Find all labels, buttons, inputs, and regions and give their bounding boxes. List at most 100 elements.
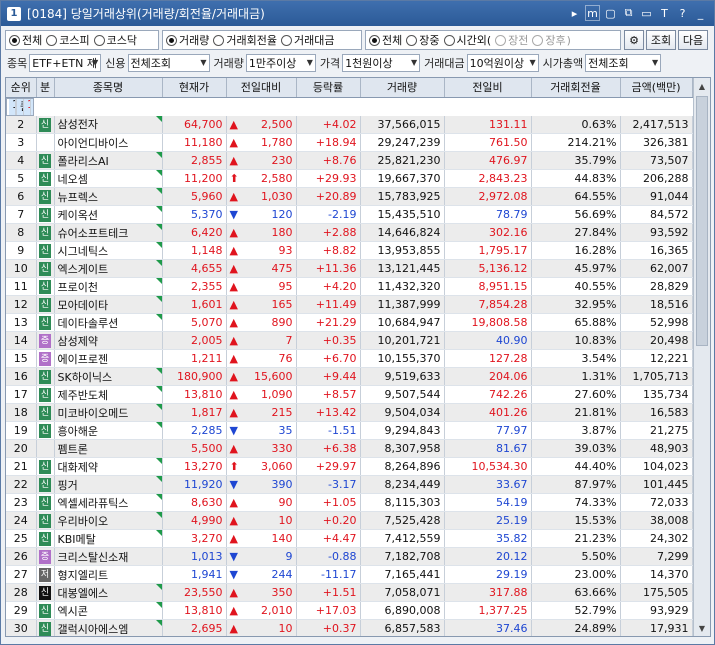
memo-icon[interactable]: m — [585, 5, 600, 21]
stock-name[interactable]: 대봉엘에스 — [58, 587, 109, 600]
stock-name[interactable]: 뉴프렉스 — [58, 191, 98, 204]
table-row[interactable]: 16 신 SK하이닉스 180,900 ▲ 15,600 +9.44 9,519,… — [6, 367, 693, 386]
cell-name[interactable]: 대화제약 — [54, 457, 163, 476]
radio-session-pre[interactable]: 장전 — [495, 32, 528, 48]
volume-select[interactable]: 1만주이상 ▼ — [245, 54, 316, 72]
radio-dot[interactable] — [9, 34, 20, 46]
radio-dot[interactable] — [280, 34, 292, 46]
radio-session-all[interactable]: 전체 — [369, 32, 402, 48]
col-header-price[interactable]: 현재가 — [162, 78, 227, 98]
table-row[interactable]: 23 신 엑셀세라퓨틱스 8,630 ▲ 90 +1.05 8,115,303 5… — [6, 493, 693, 512]
table-row[interactable]: 2 신 삼성전자 64,700 ▲ 2,500 +4.02 37,566,015 … — [6, 115, 693, 134]
cell-name[interactable]: 흥아해운 — [54, 421, 163, 440]
cell-name[interactable]: 핑거 — [54, 475, 163, 494]
cell-name[interactable]: 프로이천 — [54, 277, 163, 296]
table-row[interactable]: 9 신 시그네틱스 1,148 ▲ 93 +8.82 13,953,855 1,7… — [6, 241, 693, 260]
table-row[interactable]: 4 신 폴라리스AI 2,855 ▲ 230 +8.76 25,821,230 4… — [6, 151, 693, 170]
cell-name[interactable]: 데이타솔루션 — [54, 313, 163, 332]
stock-name[interactable]: 아이언디바이스 — [58, 137, 129, 150]
stock-name[interactable]: 엑셀세라퓨틱스 — [58, 497, 129, 510]
stock-name[interactable]: 에이프로젠 — [58, 353, 109, 366]
table-row[interactable]: 22 신 핑거 11,920 ▼ 390 -3.17 8,234,449 33.6… — [6, 475, 693, 494]
table-row[interactable]: 12 신 모아데이타 1,601 ▲ 165 +11.49 11,387,999 … — [6, 295, 693, 314]
stock-name[interactable]: 케이옥션 — [58, 209, 98, 222]
col-header-prev-ratio[interactable]: 전일비 — [444, 78, 532, 98]
col-header-name[interactable]: 종목명 — [54, 78, 163, 98]
cell-name[interactable]: KBI메탈 — [54, 529, 163, 548]
stock-name[interactable]: 프로이천 — [58, 281, 98, 294]
window-copy-icon[interactable]: ⧉ — [621, 5, 636, 21]
stock-name[interactable]: 우리바이오 — [58, 515, 109, 528]
stock-name[interactable]: 데이타솔루션 — [58, 317, 119, 330]
cell-name[interactable]: 크리스탈신소재 — [54, 547, 163, 566]
table-row[interactable]: 24 신 우리바이오 4,990 ▲ 10 +0.20 7,525,428 25.… — [6, 511, 693, 530]
table-row[interactable]: 1 환 퀀텀온 1,445 ▲177 +13.96 53,999,915 15,… — [6, 97, 34, 116]
radio-session-afterhours[interactable]: 시간외( — [443, 32, 491, 48]
cell-name[interactable]: 우리바이오 — [54, 511, 163, 530]
scroll-thumb[interactable] — [696, 96, 708, 346]
table-row[interactable]: 19 신 흥아해운 2,285 ▼ 35 -1.51 9,294,843 77.9… — [6, 421, 693, 440]
col-header-change[interactable]: 전일대비 — [226, 78, 297, 98]
table-row[interactable]: 14 증 삼성제약 2,005 ▲ 7 +0.35 10,201,721 40.9… — [6, 331, 693, 350]
mcap-select[interactable]: 전체조회 ▼ — [585, 54, 662, 72]
radio-criterion-volume[interactable]: 거래량 — [166, 32, 209, 48]
cell-name[interactable]: 펨트론 — [54, 439, 163, 458]
window-lock-icon[interactable]: ▭ — [639, 5, 654, 21]
table-row[interactable]: 28 신 대봉엘에스 23,550 ▲ 350 +1.51 7,058,071 3… — [6, 583, 693, 602]
stock-name[interactable]: 형지엘리트 — [58, 569, 109, 582]
stock-name[interactable]: KBI메탈 — [58, 533, 96, 546]
table-row[interactable]: 8 신 슈어소프트테크 6,420 ▲ 180 +2.88 14,646,824 … — [6, 223, 693, 242]
cell-name[interactable]: 슈어소프트테크 — [54, 223, 163, 242]
radio-market-kosdaq[interactable]: 코스닥 — [93, 32, 137, 48]
radio-session-post[interactable]: 장후) — [532, 32, 571, 48]
cell-name[interactable]: 삼성전자 — [54, 115, 163, 134]
radio-dot[interactable] — [495, 34, 507, 46]
cell-name[interactable]: 대봉엘에스 — [54, 583, 163, 602]
col-header-rank[interactable]: 순위 — [6, 78, 37, 98]
radio-dot[interactable] — [213, 34, 225, 46]
table-row[interactable]: 18 신 미코바이오메드 1,817 ▲ 215 +13.42 9,504,034… — [6, 403, 693, 422]
font-size-icon[interactable]: T — [657, 5, 672, 21]
cell-name[interactable]: 뉴프렉스 — [54, 187, 163, 206]
stock-name[interactable]: 모아데이타 — [58, 299, 109, 312]
stock-name[interactable]: 미코바이오메드 — [58, 407, 129, 420]
table-row[interactable]: 3 아이언디바이스 11,180 ▲ 1,780 +18.94 29,247,23… — [6, 133, 693, 152]
cell-name[interactable]: 에이프로젠 — [54, 349, 163, 368]
radio-dot[interactable] — [93, 34, 105, 46]
query-button[interactable]: 조회 — [646, 30, 676, 50]
table-row[interactable]: 7 신 케이옥션 5,370 ▼ 120 -2.19 15,435,510 78.… — [6, 205, 693, 224]
table-row[interactable]: 15 증 에이프로젠 1,211 ▲ 76 +6.70 10,155,370 12… — [6, 349, 693, 368]
col-header-volume[interactable]: 거래량 — [360, 78, 445, 98]
stock-name[interactable]: 대화제약 — [58, 461, 98, 474]
table-row[interactable]: 17 신 제주반도체 13,810 ▲ 1,090 +8.57 9,507,544… — [6, 385, 693, 404]
stock-name[interactable]: 핑거 — [58, 479, 78, 492]
cell-name[interactable]: 모아데이타 — [54, 295, 163, 314]
table-row[interactable]: 13 신 데이타솔루션 5,070 ▲ 890 +21.29 10,684,947… — [6, 313, 693, 332]
table-row[interactable]: 11 신 프로이천 2,355 ▲ 95 +4.20 11,432,320 8,9… — [6, 277, 693, 296]
cell-name[interactable]: 엑스게이트 — [54, 259, 163, 278]
scroll-up-icon[interactable]: ▲ — [694, 78, 710, 94]
cell-name[interactable]: 삼성제약 — [54, 331, 163, 350]
radio-dot[interactable] — [532, 34, 544, 46]
stock-name[interactable]: 삼성제약 — [58, 335, 98, 348]
stock-name[interactable]: 갤럭시아에스엠 — [58, 623, 129, 636]
stock-name[interactable]: 삼성전자 — [58, 118, 98, 131]
credit-select[interactable]: 전체조회 ▼ — [127, 54, 210, 72]
table-row[interactable]: 25 신 KBI메탈 3,270 ▲ 140 +4.47 7,412,559 35… — [6, 529, 693, 548]
col-header-rate[interactable]: 등락률 — [296, 78, 361, 98]
radio-dot[interactable] — [369, 34, 380, 46]
stock-name[interactable]: 엑스게이트 — [58, 263, 109, 276]
cell-name[interactable]: 케이옥션 — [54, 205, 163, 224]
cell-name[interactable]: 엑셀세라퓨틱스 — [54, 493, 163, 512]
vertical-scrollbar[interactable]: ▲ ▼ — [693, 78, 710, 636]
radio-dot[interactable] — [46, 34, 58, 46]
price-select[interactable]: 1천원이상 ▼ — [342, 54, 421, 72]
stock-select[interactable]: ETF+ETN 제 ▼ — [29, 54, 102, 72]
cell-name[interactable]: 엑시콘 — [54, 601, 163, 620]
cell-name[interactable]: 네오셈 — [54, 169, 163, 188]
cell-name[interactable]: 퀀텀온 — [17, 98, 24, 115]
cell-name[interactable]: 갤럭시아에스엠 — [54, 619, 163, 636]
cell-name[interactable]: 폴라리스AI — [54, 151, 163, 170]
radio-market-kospi[interactable]: 코스피 — [46, 32, 90, 48]
table-row[interactable]: 29 신 엑시콘 13,810 ▲ 2,010 +17.03 6,890,008 … — [6, 601, 693, 620]
